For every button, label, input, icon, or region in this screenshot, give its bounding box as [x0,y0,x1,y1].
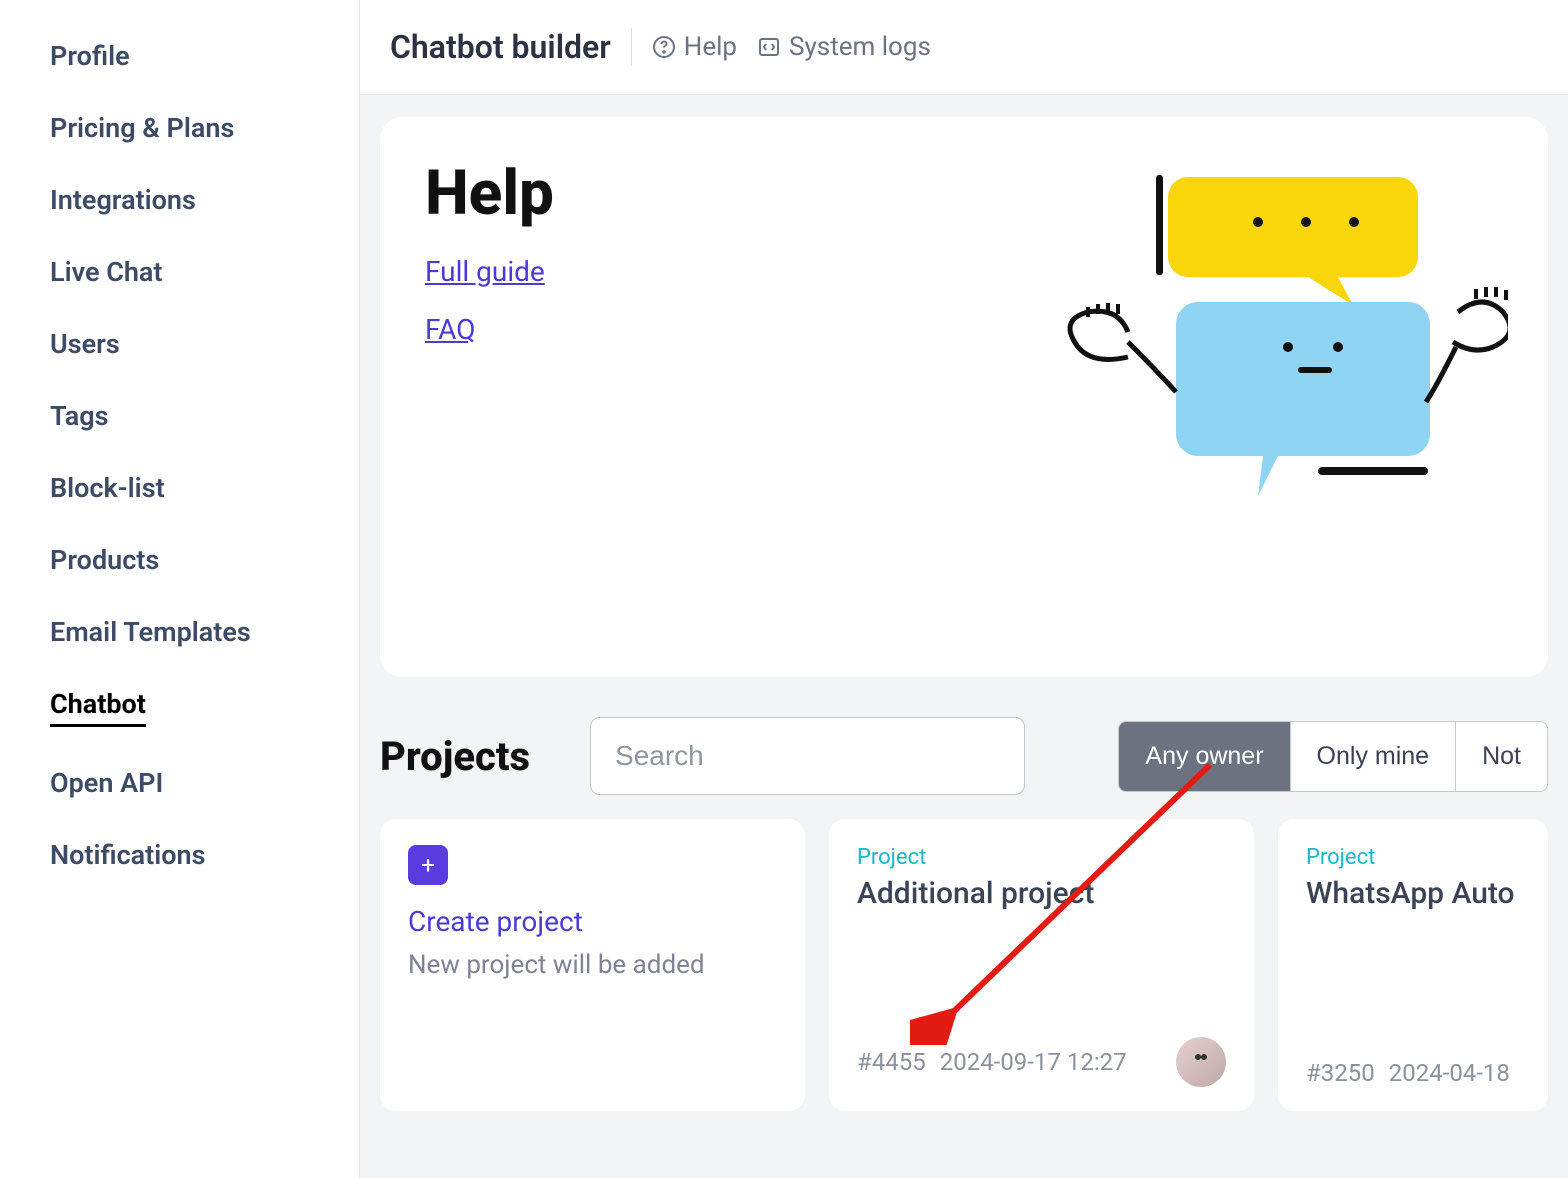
filter-only-mine[interactable]: Only mine [1291,722,1457,791]
help-circle-icon [652,35,676,59]
topbar: Chatbot builder Help System logs [360,0,1568,95]
project-label: Project [857,845,1226,870]
plus-icon: + [408,845,448,885]
project-cards-row: + Create project New project will be add… [380,819,1548,1111]
page-title: Chatbot builder [390,28,632,66]
sidebar-item-email-templates[interactable]: Email Templates [0,596,359,668]
filter-not[interactable]: Not [1456,722,1547,791]
sidebar-item-block-list[interactable]: Block-list [0,452,359,524]
sidebar-item-chatbot[interactable]: Chatbot [0,668,359,747]
sidebar-item-open-api[interactable]: Open API [0,747,359,819]
sidebar-item-live-chat[interactable]: Live Chat [0,236,359,308]
projects-header: Projects Any owner Only mine Not [380,717,1548,795]
chatbot-illustration [1028,157,1508,517]
content-area: Help Full guide FAQ [360,95,1568,1178]
topbar-syslogs-label: System logs [789,32,931,62]
projects-title: Projects [380,733,530,780]
sidebar-item-profile[interactable]: Profile [0,20,359,92]
create-project-card[interactable]: + Create project New project will be add… [380,819,805,1111]
project-card[interactable]: Project WhatsApp Auto #3250 2024-04-18 [1278,819,1548,1111]
search-input[interactable] [590,717,1025,795]
project-card[interactable]: Project Additional project #4455 2024-09… [829,819,1254,1111]
sidebar-item-integrations[interactable]: Integrations [0,164,359,236]
create-project-subtitle: New project will be added [408,950,777,980]
sidebar-item-users[interactable]: Users [0,308,359,380]
sidebar-item-pricing[interactable]: Pricing & Plans [0,92,359,164]
create-project-title: Create project [408,905,777,938]
project-label: Project [1306,845,1520,870]
owner-filter-group: Any owner Only mine Not [1118,721,1548,792]
project-date: 2024-09-17 12:27 [940,1048,1127,1076]
project-name: WhatsApp Auto [1306,876,1520,911]
help-card: Help Full guide FAQ [380,117,1548,677]
main-area: Chatbot builder Help System logs Help Fu… [360,0,1568,1178]
project-date: 2024-04-18 [1389,1059,1510,1087]
project-name: Additional project [857,876,1226,911]
topbar-help-label: Help [684,32,737,62]
filter-any-owner[interactable]: Any owner [1119,722,1290,791]
project-id: #4455 [857,1048,926,1076]
topbar-help-link[interactable]: Help [652,32,737,62]
sidebar-item-tags[interactable]: Tags [0,380,359,452]
topbar-system-logs-link[interactable]: System logs [757,32,931,62]
sidebar-item-notifications[interactable]: Notifications [0,819,359,891]
sidebar: Profile Pricing & Plans Integrations Liv… [0,0,360,1178]
avatar [1176,1037,1226,1087]
project-id: #3250 [1306,1059,1375,1087]
sidebar-item-products[interactable]: Products [0,524,359,596]
code-brackets-icon [757,35,781,59]
